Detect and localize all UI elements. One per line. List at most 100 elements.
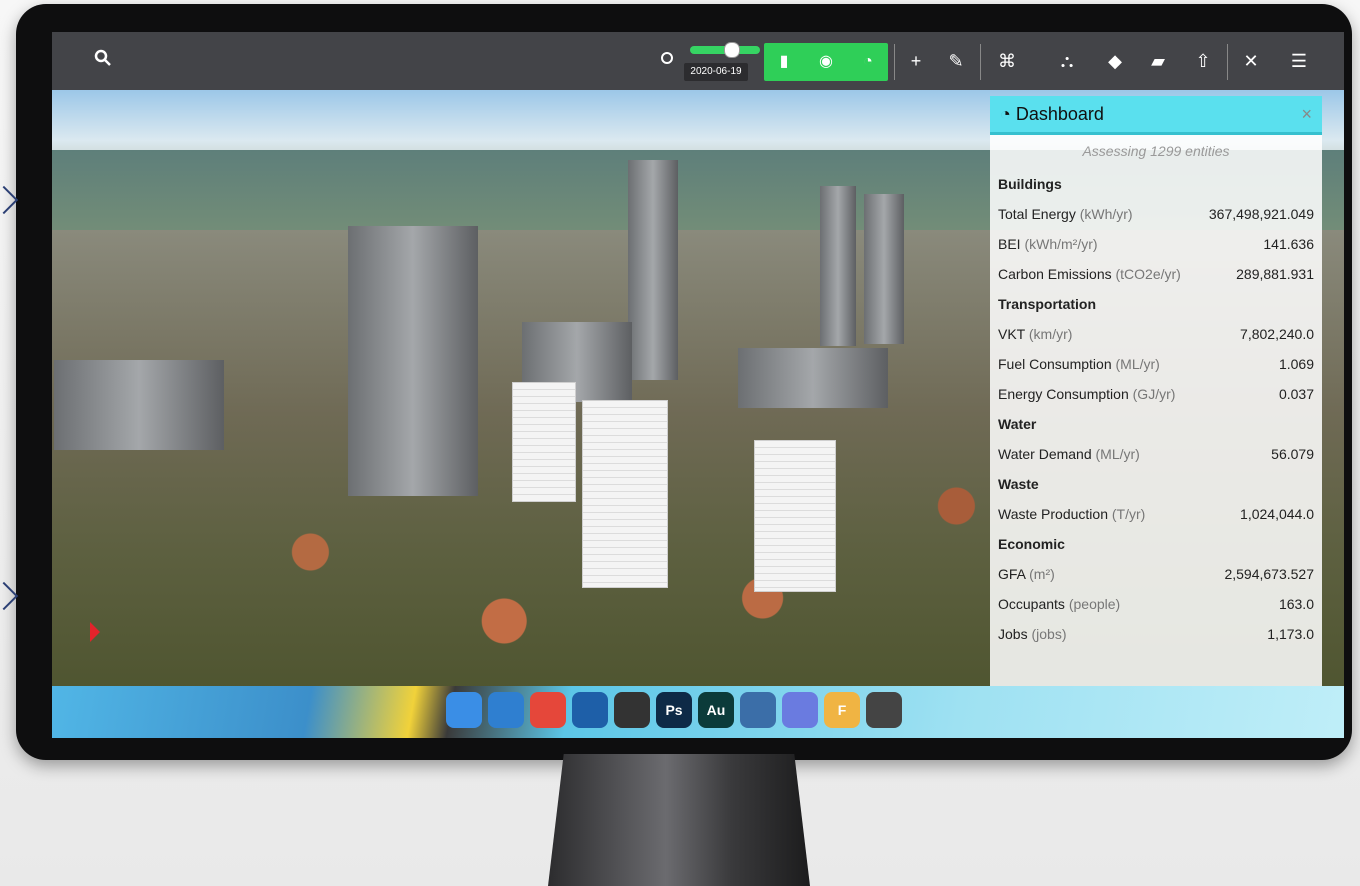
toolbar-divider	[894, 44, 895, 80]
proposed-building[interactable]	[512, 382, 576, 502]
date-label: 2020-06-19	[684, 63, 748, 81]
brightness-icon[interactable]	[656, 48, 678, 74]
aperture-icon[interactable]	[740, 692, 776, 728]
metric-label: Jobs	[998, 626, 1028, 642]
folder-open-icon[interactable]: ▰	[1147, 48, 1169, 74]
metric-row: GFA (m²) 2,594,673.527	[990, 559, 1322, 589]
app-screen: 2020-06-19 ▮ ◉ ◔ + ✎ ⌘ ⛬ ◆ ▰ ⇧ ✕ ☰ ◔ Das…	[52, 32, 1344, 738]
metric-label: Carbon Emissions	[998, 266, 1112, 282]
metric-unit: (ML/yr)	[1095, 446, 1140, 462]
metric-unit: (kWh/m²/yr)	[1024, 236, 1098, 252]
hierarchy-icon[interactable]: ⛬	[1056, 48, 1078, 74]
fontlab-icon[interactable]: F	[824, 692, 860, 728]
dashboard-subtitle: Assessing 1299 entities	[1082, 143, 1230, 159]
monitor-bezel: 2020-06-19 ▮ ◉ ◔ + ✎ ⌘ ⛬ ◆ ▰ ⇧ ✕ ☰ ◔ Das…	[16, 4, 1352, 760]
section-heading: Transportation	[998, 296, 1097, 312]
metric-label: Energy Consumption	[998, 386, 1129, 402]
metric-row: Fuel Consumption (ML/yr) 1.069	[990, 349, 1322, 379]
metric-label: Waste Production	[998, 506, 1108, 522]
metric-value: 0.037	[1278, 386, 1314, 402]
close-icon[interactable]: ✕	[1240, 48, 1262, 74]
metric-value: 2,594,673.527	[1224, 566, 1314, 582]
search-icon[interactable]	[92, 48, 114, 74]
metric-row: Energy Consumption (GJ/yr) 0.037	[990, 379, 1322, 409]
metric-value: 367,498,921.049	[1208, 206, 1314, 222]
metric-unit: (km/yr)	[1028, 326, 1073, 342]
date-slider-handle[interactable]	[724, 42, 740, 58]
toolbar-divider	[1227, 44, 1228, 80]
metric-label: GFA	[998, 566, 1026, 582]
metric-unit: (tCO2e/yr)	[1115, 266, 1181, 282]
plus-icon[interactable]: +	[905, 48, 927, 74]
section-transportation: Transportation VKT (km/yr) 7,802,240.0 Fu…	[990, 289, 1322, 409]
section-heading: Economic	[998, 536, 1065, 552]
proposed-building[interactable]	[754, 440, 836, 592]
menu-icon[interactable]: ☰	[1288, 48, 1310, 74]
section-buildings: Buildings Total Energy (kWh/yr) 367,498,9…	[990, 169, 1322, 289]
existing-building[interactable]	[738, 348, 888, 408]
metric-label: Occupants	[998, 596, 1065, 612]
dashboard-icon[interactable]: ◔	[848, 43, 888, 81]
dashboard-icon: ◔	[1000, 103, 1016, 124]
final-cut-icon[interactable]	[614, 692, 650, 728]
metric-value: 1,024,044.0	[1240, 506, 1314, 522]
metric-row: BEI (kWh/m²/yr) 141.636	[990, 229, 1322, 259]
dashboard-title-text: Dashboard	[1015, 103, 1104, 124]
binoculars-icon[interactable]: ⌘	[996, 48, 1018, 74]
metric-unit: (GJ/yr)	[1132, 386, 1176, 402]
metric-label: BEI	[998, 236, 1021, 252]
monitor-stand	[548, 754, 810, 886]
metric-value: 163.0	[1278, 596, 1314, 612]
finder-icon[interactable]	[446, 692, 482, 728]
pencil-icon[interactable]: ✎	[945, 48, 967, 74]
top-toolbar: 2020-06-19 ▮ ◉ ◔ + ✎ ⌘ ⛬ ◆ ▰ ⇧ ✕ ☰	[52, 32, 1344, 90]
pixelmator-icon[interactable]	[782, 692, 818, 728]
section-heading: Buildings	[998, 176, 1062, 192]
existing-tower[interactable]	[348, 226, 478, 496]
dashboard-panel: ◔ Dashboard × Assessing 1299 entities Bu…	[990, 96, 1322, 696]
toolbar-divider	[980, 44, 981, 80]
existing-tower[interactable]	[820, 186, 856, 346]
metric-unit: (kWh/yr)	[1079, 206, 1133, 222]
metric-row: Total Energy (kWh/yr) 367,498,921.049	[990, 199, 1322, 229]
photoshop-icon[interactable]: Ps	[656, 692, 692, 728]
chrome-icon[interactable]	[530, 692, 566, 728]
proposed-building[interactable]	[582, 400, 668, 588]
existing-tower[interactable]	[864, 194, 904, 344]
existing-tower[interactable]	[628, 160, 678, 380]
metric-unit: (people)	[1068, 596, 1121, 612]
metric-value: 1,173.0	[1267, 626, 1314, 642]
metric-label: Water Demand	[998, 446, 1092, 462]
metric-row: VKT (km/yr) 7,802,240.0	[990, 319, 1322, 349]
trash-icon[interactable]	[866, 692, 902, 728]
metric-unit: (jobs)	[1031, 626, 1067, 642]
metric-row: Carbon Emissions (tCO2e/yr) 289,881.931	[990, 259, 1322, 289]
dashboard-header: ◔ Dashboard ×	[990, 96, 1322, 135]
macos-dock: Ps Au F	[52, 686, 1344, 738]
metric-value: 1.069	[1278, 356, 1314, 372]
dashboard-title: ◔ Dashboard	[1000, 104, 1104, 125]
metric-row: Jobs (jobs) 1,173.0	[990, 619, 1322, 649]
tag-icon[interactable]: ◆	[1104, 48, 1126, 74]
location-marker[interactable]	[90, 622, 100, 642]
metric-row: Water Demand (ML/yr) 56.079	[990, 439, 1322, 469]
upload-icon[interactable]: ⇧	[1192, 48, 1214, 74]
metric-unit: (T/yr)	[1111, 506, 1146, 522]
close-icon[interactable]: ×	[1301, 104, 1312, 125]
magnifier-icon[interactable]	[488, 692, 524, 728]
metric-row: Occupants (people) 163.0	[990, 589, 1322, 619]
section-heading: Water	[998, 416, 1037, 432]
metric-value: 289,881.931	[1236, 266, 1314, 282]
audition-icon[interactable]: Au	[698, 692, 734, 728]
metric-row: Waste Production (T/yr) 1,024,044.0	[990, 499, 1322, 529]
metric-value: 56.079	[1271, 446, 1314, 462]
quicktime-icon[interactable]	[572, 692, 608, 728]
eye-icon[interactable]: ◉	[806, 43, 846, 81]
existing-building[interactable]	[54, 360, 224, 450]
metric-label: VKT	[998, 326, 1025, 342]
section-waste: Waste Waste Production (T/yr) 1,024,044.0	[990, 469, 1322, 529]
dock-icon-row: Ps Au F	[446, 692, 902, 732]
building-icon[interactable]: ▮	[764, 43, 804, 81]
metric-label: Fuel Consumption	[998, 356, 1112, 372]
section-water: Water Water Demand (ML/yr) 56.079	[990, 409, 1322, 469]
